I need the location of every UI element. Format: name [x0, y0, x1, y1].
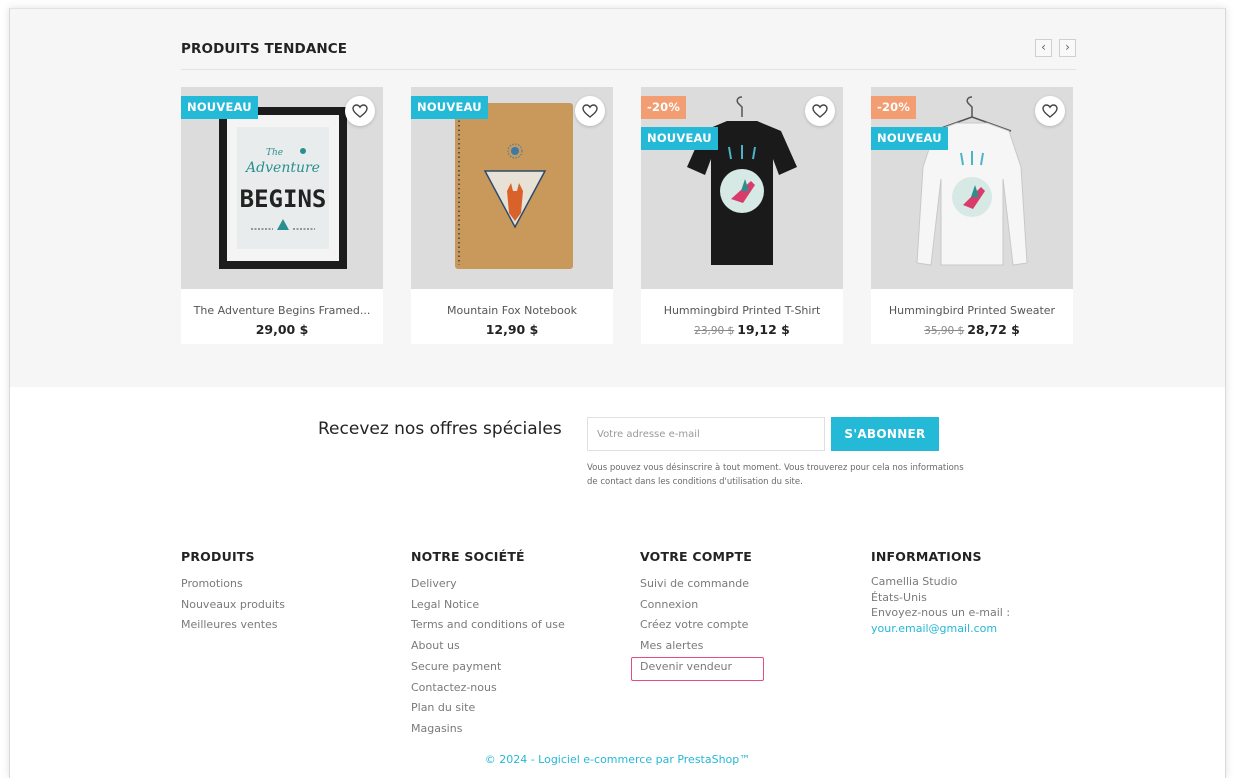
product-image[interactable]: The Adventure BEGINS NOUVEAU: [181, 87, 383, 289]
footer-link-promotions[interactable]: Promotions: [181, 574, 285, 595]
product-card-adventure-poster[interactable]: The Adventure BEGINS NOUVEAU The Adventu…: [181, 87, 383, 344]
product-old-price: 35,90 $: [924, 325, 965, 337]
carousel-next-button[interactable]: ›: [1059, 39, 1076, 57]
footer-link-contact[interactable]: Contactez-nous: [411, 678, 565, 699]
footer-link-stores[interactable]: Magasins: [411, 719, 565, 740]
product-image[interactable]: -20% NOUVEAU: [871, 87, 1073, 289]
product-price: 28,72 $: [967, 322, 1020, 337]
product-name[interactable]: The Adventure Begins Framed...: [181, 304, 383, 317]
footer-link-order-tracking[interactable]: Suivi de commande: [640, 574, 752, 595]
footer-info-column: INFORMATIONS Camellia Studio États-Unis …: [871, 549, 1010, 636]
product-price: 19,12 $: [737, 322, 790, 337]
product-price: 12,90 $: [485, 322, 539, 337]
store-email-link[interactable]: your.email@gmail.com: [871, 621, 1010, 637]
product-card-hummingbird-tshirt[interactable]: -20% NOUVEAU Hummingbird Printed T-Shirt…: [641, 87, 843, 344]
wishlist-button[interactable]: [805, 96, 835, 126]
heart-icon: [1042, 104, 1058, 118]
newsletter-note: Vous pouvez vous désinscrire à tout mome…: [587, 463, 964, 487]
product-card-hummingbird-sweater[interactable]: -20% NOUVEAU Hummingbird Printed Sweater…: [871, 87, 1073, 344]
footer-link-alerts[interactable]: Mes alertes: [640, 636, 752, 657]
footer-link-new-products[interactable]: Nouveaux produits: [181, 595, 285, 616]
footer-heading: PRODUITS: [181, 549, 255, 564]
email-label: Envoyez-nous un e-mail :: [871, 606, 1011, 619]
product-image[interactable]: -20% NOUVEAU: [641, 87, 843, 289]
trending-products-section: PRODUITS TENDANCE ‹ › The Adventure BEGI…: [10, 9, 1225, 387]
wishlist-button[interactable]: [345, 96, 375, 126]
store-country: États-Unis: [871, 590, 927, 604]
product-price-block: 23,90 $19,12 $: [641, 322, 843, 337]
heart-icon: [352, 104, 368, 118]
wishlist-button[interactable]: [1035, 96, 1065, 126]
footer-link-secure-payment[interactable]: Secure payment: [411, 657, 565, 678]
footer-link-legal-notice[interactable]: Legal Notice: [411, 595, 565, 616]
copyright-link[interactable]: © 2024 - Logiciel e-commerce par PrestaS…: [10, 753, 1225, 766]
product-info: Mountain Fox Notebook 12,90 $: [411, 289, 613, 344]
footer-company-column: NOTRE SOCIÉTÉ Delivery Legal Notice Term…: [411, 549, 565, 740]
footer-heading: VOTRE COMPTE: [640, 549, 752, 564]
newsletter-title: Recevez nos offres spéciales: [318, 419, 562, 439]
heart-icon: [812, 104, 828, 118]
wishlist-button[interactable]: [575, 96, 605, 126]
footer-link-create-account[interactable]: Créez votre compte: [640, 615, 752, 636]
product-info: Hummingbird Printed T-Shirt 23,90 $19,12…: [641, 289, 843, 344]
section-divider: [181, 69, 1076, 70]
subscribe-button[interactable]: S'ABONNER: [831, 417, 939, 451]
product-price: 29,00 $: [255, 322, 309, 337]
footer-link-best-sellers[interactable]: Meilleures ventes: [181, 615, 285, 636]
heart-icon: [582, 104, 598, 118]
new-flag: NOUVEAU: [181, 96, 258, 119]
footer-heading: NOTRE SOCIÉTÉ: [411, 549, 525, 564]
product-old-price: 23,90 $: [694, 325, 735, 337]
product-info: The Adventure Begins Framed... 29,00 $: [181, 289, 383, 344]
footer-link-delivery[interactable]: Delivery: [411, 574, 565, 595]
page-window: PRODUITS TENDANCE ‹ › The Adventure BEGI…: [9, 8, 1226, 778]
product-name[interactable]: Hummingbird Printed T-Shirt: [641, 304, 843, 317]
store-name: Camellia Studio: [871, 575, 958, 588]
product-card-fox-notebook[interactable]: NOUVEAU Mountain Fox Notebook 12,90 $: [411, 87, 613, 344]
footer-link-sitemap[interactable]: Plan du site: [411, 698, 565, 719]
footer-products-column: PRODUITS Promotions Nouveaux produits Me…: [181, 549, 285, 636]
new-flag: NOUVEAU: [641, 127, 718, 150]
footer-link-about-us[interactable]: About us: [411, 636, 565, 657]
product-price-block: 35,90 $28,72 $: [871, 322, 1073, 337]
product-name[interactable]: Hummingbird Printed Sweater: [871, 304, 1073, 317]
product-info: Hummingbird Printed Sweater 35,90 $28,72…: [871, 289, 1073, 344]
poster-text: Adventure: [244, 160, 320, 176]
product-image[interactable]: NOUVEAU: [411, 87, 613, 289]
section-title: PRODUITS TENDANCE: [181, 41, 348, 57]
discount-flag: -20%: [871, 96, 917, 119]
poster-text: The: [266, 148, 283, 158]
carousel-prev-button[interactable]: ‹: [1035, 39, 1052, 57]
product-name[interactable]: Mountain Fox Notebook: [411, 304, 613, 317]
new-flag: NOUVEAU: [411, 96, 488, 119]
newsletter-email-input[interactable]: [587, 417, 825, 451]
discount-flag: -20%: [641, 96, 687, 119]
new-flag: NOUVEAU: [871, 127, 948, 150]
footer-account-column: VOTRE COMPTE Suivi de commande Connexion…: [640, 549, 752, 678]
poster-text: BEGINS: [240, 185, 327, 213]
footer-link-become-seller[interactable]: Devenir vendeur: [640, 657, 752, 678]
footer-link-terms[interactable]: Terms and conditions of use: [411, 615, 565, 636]
footer-heading: INFORMATIONS: [871, 549, 982, 564]
footer-link-login[interactable]: Connexion: [640, 595, 752, 616]
